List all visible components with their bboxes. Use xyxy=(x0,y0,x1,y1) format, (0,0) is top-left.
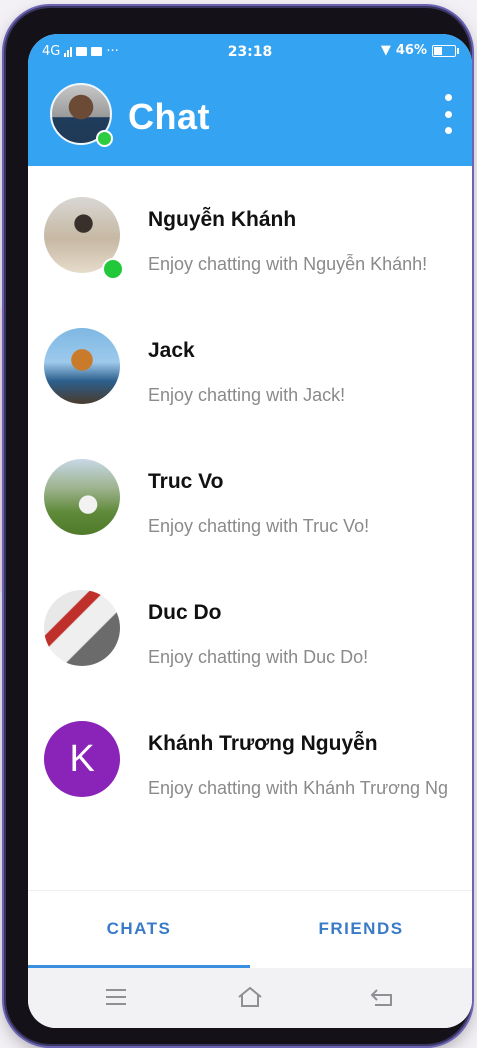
chat-name: Truc Vo xyxy=(148,470,224,493)
chat-name: Jack xyxy=(148,339,195,362)
tab-bar: CHATS FRIENDS xyxy=(28,890,472,969)
chat-preview: Enjoy chatting with Duc Do! xyxy=(148,647,369,667)
more-vertical-icon[interactable] xyxy=(438,94,458,134)
avatar xyxy=(44,459,120,535)
status-right: ▼ 46% xyxy=(380,43,459,58)
chat-preview: Enjoy chatting with Nguyễn Khánh! xyxy=(148,254,428,274)
chat-name: Duc Do xyxy=(148,601,222,624)
letter-avatar: K xyxy=(44,721,120,797)
avatar xyxy=(44,328,120,404)
page-title: Chat xyxy=(128,96,210,137)
chat-item-jack[interactable]: Jack Enjoy chatting with Jack! xyxy=(28,297,472,428)
online-indicator xyxy=(102,258,124,280)
back-icon[interactable] xyxy=(362,980,402,1014)
chat-item-truc-vo[interactable]: Truc Vo Enjoy chatting with Truc Vo! xyxy=(28,428,472,559)
system-nav-bar xyxy=(28,968,472,1028)
chat-list: Nguyễn Khánh Enjoy chatting with Nguyễn … xyxy=(28,166,472,821)
tab-chats[interactable]: CHATS xyxy=(28,891,250,967)
phone-screen: 4G ··· 23:18 ▼ 46% Chat Nguyễn Khánh Enj… xyxy=(28,34,472,1028)
status-bar: 4G ··· 23:18 ▼ 46% xyxy=(28,34,472,70)
phone-frame: 4G ··· 23:18 ▼ 46% Chat Nguyễn Khánh Enj… xyxy=(6,8,472,1044)
chat-preview: Enjoy chatting with Jack! xyxy=(148,385,346,405)
battery-percent: 46% xyxy=(395,43,427,58)
chat-name: Nguyễn Khánh xyxy=(148,208,297,231)
my-online-indicator xyxy=(96,130,113,147)
chat-item-nguyen-khanh[interactable]: Nguyễn Khánh Enjoy chatting with Nguyễn … xyxy=(28,166,472,297)
menu-icon[interactable] xyxy=(96,980,136,1014)
avatar xyxy=(44,590,120,666)
chat-preview: Enjoy chatting with Truc Vo! xyxy=(148,516,370,536)
app-bar: Chat xyxy=(28,70,472,166)
chat-preview: Enjoy chatting with Khánh Trương Ng xyxy=(148,778,449,798)
chat-name: Khánh Trương Nguyễn xyxy=(148,732,378,755)
wifi-icon: ▼ xyxy=(380,43,391,58)
chat-item-khanh-truong-nguyen[interactable]: K Khánh Trương Nguyễn Enjoy chatting wit… xyxy=(28,690,472,821)
tab-friends[interactable]: FRIENDS xyxy=(250,891,472,967)
home-icon[interactable] xyxy=(230,980,270,1014)
battery-icon xyxy=(432,44,459,57)
chat-item-duc-do[interactable]: Duc Do Enjoy chatting with Duc Do! xyxy=(28,559,472,690)
